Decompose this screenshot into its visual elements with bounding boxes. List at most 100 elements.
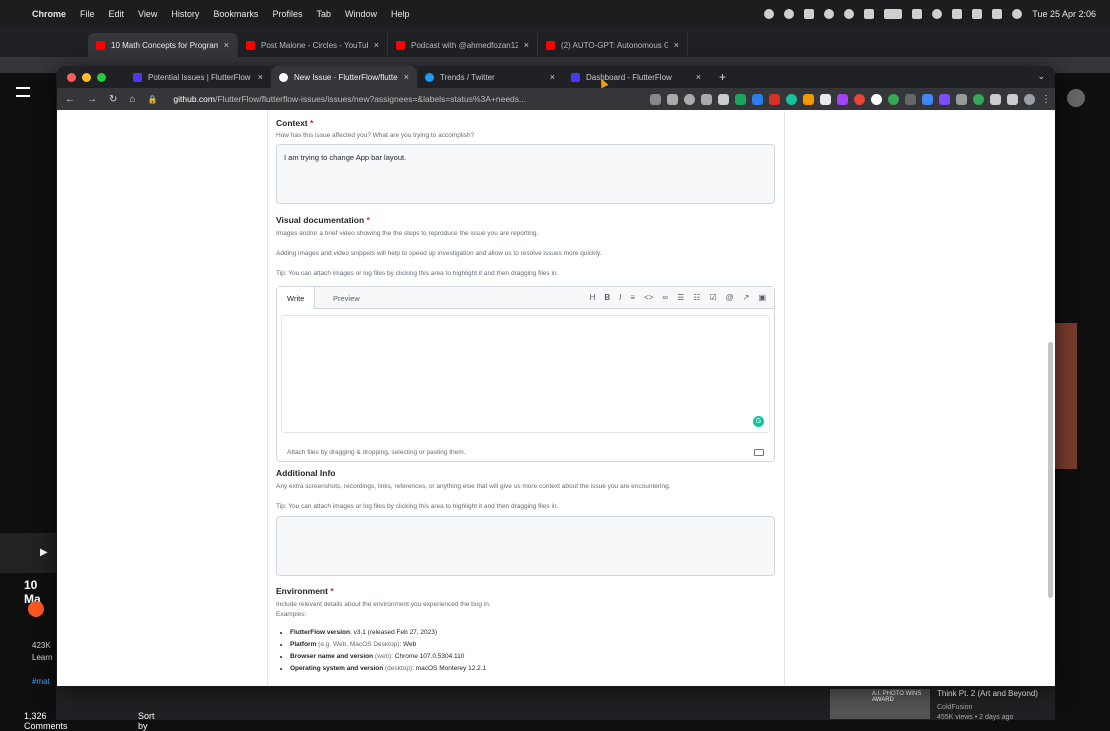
quote-icon[interactable]: ≡: [630, 293, 635, 302]
page-scrollbar[interactable]: [1048, 342, 1053, 598]
task-list-icon[interactable]: ☑: [709, 293, 716, 302]
control-center-icon[interactable]: [992, 8, 1003, 19]
keyboard-icon[interactable]: [912, 8, 923, 19]
menu-tab[interactable]: Tab: [316, 9, 331, 19]
new-tab-button[interactable]: +: [719, 70, 726, 84]
battery-icon[interactable]: [884, 8, 903, 19]
code-icon[interactable]: <>: [644, 293, 653, 302]
close-window-button[interactable]: [67, 72, 76, 82]
hamburger-menu-icon[interactable]: [16, 87, 30, 97]
siri-icon[interactable]: [1012, 8, 1023, 19]
extension-icon[interactable]: [837, 93, 848, 105]
background-tab[interactable]: Post Malone - Circles - YouTub ×: [238, 33, 388, 57]
menu-bookmarks[interactable]: Bookmarks: [213, 9, 258, 19]
close-icon[interactable]: ×: [674, 40, 679, 50]
play-icon[interactable]: ▶: [40, 547, 48, 558]
extension-icon[interactable]: [956, 93, 967, 105]
settings-icon[interactable]: [784, 8, 795, 19]
back-arrow-icon[interactable]: ←: [65, 94, 75, 105]
close-icon[interactable]: ×: [524, 40, 529, 50]
close-icon[interactable]: ×: [696, 72, 701, 82]
tab-write[interactable]: Write: [277, 287, 316, 309]
lock-icon[interactable]: 🔒: [147, 95, 157, 104]
bold-icon[interactable]: B: [604, 293, 610, 302]
close-icon[interactable]: ×: [224, 40, 229, 50]
suggested-video-title[interactable]: Think Pt. 2 (Art and Beyond): [937, 689, 1038, 698]
camera-icon[interactable]: [650, 93, 661, 105]
headphones-icon[interactable]: [844, 8, 855, 19]
zoom-icon[interactable]: [684, 93, 695, 105]
background-tab[interactable]: 10 Math Concepts for Programm ×: [88, 33, 238, 57]
more-menu-icon[interactable]: ⋮: [1041, 94, 1051, 105]
home-icon[interactable]: ⌂: [129, 94, 135, 105]
sidebar-icon[interactable]: [1007, 93, 1018, 105]
extension-icon[interactable]: [769, 93, 780, 105]
sort-by-button[interactable]: Sort by: [138, 711, 155, 731]
address-bar[interactable]: github.com/FlutterFlow/flutterflow-issue…: [173, 94, 563, 104]
clock[interactable]: Tue 25 Apr 2:06: [1032, 9, 1096, 19]
extension-icon[interactable]: [973, 93, 984, 105]
extension-icon[interactable]: [939, 93, 950, 105]
extension-icon[interactable]: [735, 93, 746, 105]
extension-icon[interactable]: [854, 93, 865, 105]
menu-edit[interactable]: Edit: [109, 9, 125, 19]
extension-icon[interactable]: [905, 93, 916, 105]
zoom-window-button[interactable]: [97, 72, 106, 82]
layers-icon[interactable]: [804, 8, 815, 19]
reference-icon[interactable]: ↗: [743, 293, 750, 302]
wifi-icon[interactable]: [932, 8, 943, 19]
attach-files-hint[interactable]: Attach files by dragging & dropping, sel…: [287, 449, 466, 456]
saved-reply-icon[interactable]: ▣: [758, 293, 766, 302]
close-icon[interactable]: ×: [550, 72, 555, 82]
italic-icon[interactable]: I: [619, 293, 621, 302]
extension-icon[interactable]: [752, 93, 763, 105]
extension-icon[interactable]: [803, 93, 814, 105]
tab-preview[interactable]: Preview: [323, 287, 370, 309]
play-icon[interactable]: [824, 8, 835, 19]
install-icon[interactable]: [667, 93, 678, 105]
close-icon[interactable]: ×: [404, 72, 409, 82]
forward-arrow-icon[interactable]: →: [87, 94, 97, 105]
hashtag-link[interactable]: #mat: [32, 677, 50, 686]
additional-info-textarea[interactable]: [276, 516, 775, 576]
grammarly-icon[interactable]: G: [753, 416, 764, 427]
tab-new-issue[interactable]: New Issue · FlutterFlow/flutterf ×: [271, 66, 417, 88]
tab-search-chevron-icon[interactable]: ⌄: [1037, 71, 1045, 82]
background-tab[interactable]: Podcast with @ahmedfozan12 ×: [388, 33, 538, 57]
video-player-area[interactable]: ▶: [0, 533, 56, 573]
extension-icon[interactable]: [871, 93, 882, 105]
display-icon[interactable]: [952, 8, 963, 19]
suggested-video-thumbnail[interactable]: A.I. PHOTO WINS AWARD: [830, 689, 930, 719]
extension-icon[interactable]: [888, 93, 899, 105]
tab-potential-issues[interactable]: Potential Issues | FlutterFlow ×: [125, 66, 271, 88]
tab-dashboard[interactable]: Dashboard - FlutterFlow ×: [563, 66, 709, 88]
menu-app[interactable]: Chrome: [32, 9, 66, 19]
close-icon[interactable]: ×: [258, 72, 263, 82]
tab-twitter-trends[interactable]: Trends / Twitter ×: [417, 66, 563, 88]
input-source-icon[interactable]: [972, 8, 983, 19]
close-icon[interactable]: ×: [374, 40, 379, 50]
video-thumbnail[interactable]: [1055, 323, 1077, 469]
extension-icon[interactable]: [922, 93, 933, 105]
background-tab[interactable]: (2) AUTO-GPT: Autonomous G ×: [538, 33, 688, 57]
menu-view[interactable]: View: [138, 9, 157, 19]
star-icon[interactable]: [718, 93, 729, 105]
reload-icon[interactable]: ↻: [109, 94, 117, 105]
mention-icon[interactable]: @: [726, 293, 734, 302]
visual-documentation-textarea[interactable]: [281, 315, 770, 433]
menu-history[interactable]: History: [171, 9, 199, 19]
menu-profiles[interactable]: Profiles: [272, 9, 302, 19]
menu-window[interactable]: Window: [345, 9, 377, 19]
context-textarea[interactable]: I am trying to change App bar layout.: [276, 144, 775, 204]
bluetooth-icon[interactable]: [864, 8, 875, 19]
ordered-list-icon[interactable]: ☷: [693, 293, 700, 302]
avatar[interactable]: [1024, 93, 1035, 105]
menu-file[interactable]: File: [80, 9, 95, 19]
grammarly-icon[interactable]: [786, 93, 797, 105]
link-icon[interactable]: ∞: [662, 293, 668, 302]
minimize-window-button[interactable]: [82, 72, 91, 82]
share-icon[interactable]: [701, 93, 712, 105]
status-icon[interactable]: [764, 8, 775, 19]
heading-icon[interactable]: H: [590, 293, 596, 302]
extension-icon[interactable]: [820, 93, 831, 105]
